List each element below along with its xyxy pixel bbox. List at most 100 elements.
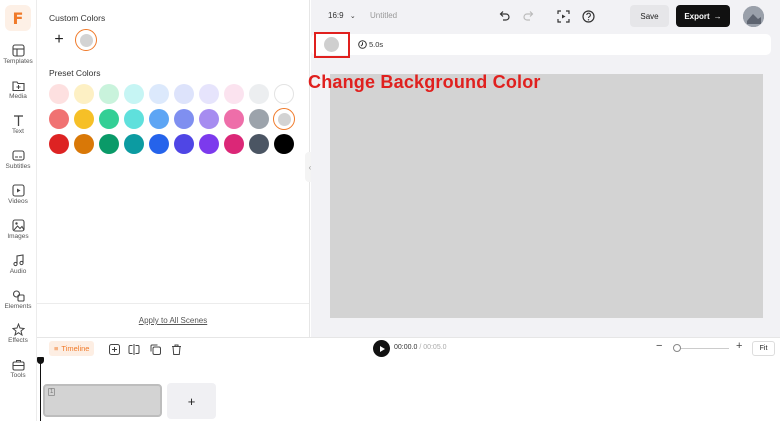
playhead-line xyxy=(40,357,41,421)
export-button[interactable]: Export → xyxy=(676,5,730,27)
time-display: 00:00.0 / 00:05.0 xyxy=(394,344,447,351)
preset-color-swatch[interactable] xyxy=(99,134,119,154)
preset-color-swatch[interactable] xyxy=(199,134,219,154)
preset-color-swatch-selected[interactable] xyxy=(273,108,295,130)
editor-area: 16:9 ⌄ Untitled Save Export → 5.0s xyxy=(311,0,780,337)
sidebar-item-subtitles[interactable]: Subtitles xyxy=(0,148,36,170)
sidebar-item-audio[interactable]: Audio xyxy=(0,253,36,275)
sidebar-item-tools[interactable]: Tools xyxy=(0,357,36,379)
preset-color-swatch[interactable] xyxy=(224,84,244,104)
zoom-slider-track[interactable] xyxy=(675,348,729,349)
aspect-ratio-dropdown[interactable]: 16:9 ⌄ xyxy=(328,11,356,20)
aspect-ratio-value: 16:9 xyxy=(328,11,344,20)
images-icon xyxy=(11,218,25,232)
tools-icon xyxy=(11,357,25,371)
current-time: 00:00.0 xyxy=(394,344,418,351)
play-button[interactable] xyxy=(373,340,390,357)
user-avatar[interactable] xyxy=(743,6,764,27)
preset-color-swatch[interactable] xyxy=(124,109,144,129)
help-icon[interactable] xyxy=(581,9,595,23)
preset-color-swatch[interactable] xyxy=(174,84,194,104)
zoom-slider-handle[interactable] xyxy=(673,344,681,352)
sidebar-item-images[interactable]: Images xyxy=(0,218,36,240)
custom-color-swatch-selected[interactable] xyxy=(75,29,97,51)
top-toolbar: 16:9 ⌄ Untitled Save Export → xyxy=(311,0,780,32)
sidebar-item-label: Templates xyxy=(3,58,33,65)
preset-color-swatch[interactable] xyxy=(74,109,94,129)
timeline-icon: ≡ xyxy=(54,344,59,353)
preset-color-swatch[interactable] xyxy=(274,84,294,104)
undo-icon[interactable] xyxy=(497,9,511,23)
add-new-scene-button[interactable]: + xyxy=(167,383,216,419)
app-logo[interactable]: F xyxy=(5,5,31,31)
sidebar-item-text[interactable]: Text xyxy=(0,113,36,135)
preset-color-swatch[interactable] xyxy=(74,84,94,104)
scene-clip[interactable]: 1 xyxy=(43,384,162,417)
save-button[interactable]: Save xyxy=(630,5,669,27)
preset-color-swatch[interactable] xyxy=(249,109,269,129)
preset-colors-heading: Preset Colors xyxy=(49,68,101,78)
clock-icon xyxy=(358,40,367,49)
preset-color-swatch[interactable] xyxy=(49,134,69,154)
sidebar-item-effects[interactable]: Effects xyxy=(0,322,36,344)
sidebar-item-label: Elements xyxy=(4,303,32,310)
sidebar-item-label: Media xyxy=(9,93,27,100)
add-scene-icon[interactable] xyxy=(108,343,120,355)
export-label: Export xyxy=(684,11,710,21)
sidebar-item-label: Tools xyxy=(10,372,26,379)
preset-color-swatch[interactable] xyxy=(224,134,244,154)
preset-color-swatch[interactable] xyxy=(249,84,269,104)
delete-icon[interactable] xyxy=(170,343,182,355)
sidebar-item-media[interactable]: Media xyxy=(0,78,36,100)
preset-color-swatch[interactable] xyxy=(149,134,169,154)
preset-color-swatch[interactable] xyxy=(174,109,194,129)
preset-color-swatch[interactable] xyxy=(99,109,119,129)
effects-icon xyxy=(11,322,25,336)
background-color-panel: Custom Colors + Preset Colors Apply to A… xyxy=(37,0,310,337)
preset-color-swatch[interactable] xyxy=(49,109,69,129)
highlight-box xyxy=(314,32,350,58)
preset-color-swatch[interactable] xyxy=(124,84,144,104)
sidebar-item-elements[interactable]: Elements xyxy=(0,288,36,310)
annotation-caption: Change Background Color xyxy=(308,72,541,92)
sidebar-item-videos[interactable]: Videos xyxy=(0,183,36,205)
total-time: 00:05.0 xyxy=(423,344,447,351)
apply-to-all-scenes-link[interactable]: Apply to All Scenes xyxy=(37,316,309,325)
sidebar-item-label: Effects xyxy=(8,337,28,344)
split-icon[interactable] xyxy=(128,343,140,355)
play-icon xyxy=(379,345,385,352)
duration-control[interactable]: 5.0s xyxy=(358,40,383,49)
preset-color-swatch[interactable] xyxy=(49,84,69,104)
preset-color-swatch[interactable] xyxy=(124,134,144,154)
tab-timeline[interactable]: ≡ Timeline xyxy=(49,341,95,356)
sidebar-item-label: Subtitles xyxy=(5,163,31,170)
arrow-right-icon: → xyxy=(713,11,722,21)
preset-color-swatch[interactable] xyxy=(149,109,169,129)
preset-color-swatch[interactable] xyxy=(149,84,169,104)
project-title[interactable]: Untitled xyxy=(370,11,397,20)
video-canvas[interactable] xyxy=(330,74,763,318)
preset-color-swatch[interactable] xyxy=(99,84,119,104)
preset-color-swatch[interactable] xyxy=(249,134,269,154)
sidebar-item-label: Videos xyxy=(8,198,28,205)
zoom-in-button[interactable]: + xyxy=(736,340,742,352)
redo-icon[interactable] xyxy=(522,9,536,23)
sidebar-item-templates[interactable]: Templates xyxy=(0,43,36,65)
sidebar-item-label: Audio xyxy=(9,268,27,275)
preset-color-swatch[interactable] xyxy=(199,84,219,104)
screen-capture-icon[interactable] xyxy=(556,9,570,23)
zoom-out-button[interactable]: − xyxy=(656,340,662,352)
sidebar-item-label: Text xyxy=(12,128,24,135)
preset-color-swatch[interactable] xyxy=(274,134,294,154)
preset-color-swatch[interactable] xyxy=(224,109,244,129)
subtitles-icon xyxy=(11,148,25,162)
preset-color-swatch[interactable] xyxy=(199,109,219,129)
text-icon xyxy=(11,113,25,127)
fit-button[interactable]: Fit xyxy=(752,341,775,356)
duplicate-icon[interactable] xyxy=(149,343,161,355)
custom-colors-heading: Custom Colors xyxy=(49,13,106,23)
preset-color-swatch[interactable] xyxy=(74,134,94,154)
templates-icon xyxy=(11,43,25,57)
preset-color-swatch[interactable] xyxy=(174,134,194,154)
add-custom-color-button[interactable]: + xyxy=(49,30,69,50)
